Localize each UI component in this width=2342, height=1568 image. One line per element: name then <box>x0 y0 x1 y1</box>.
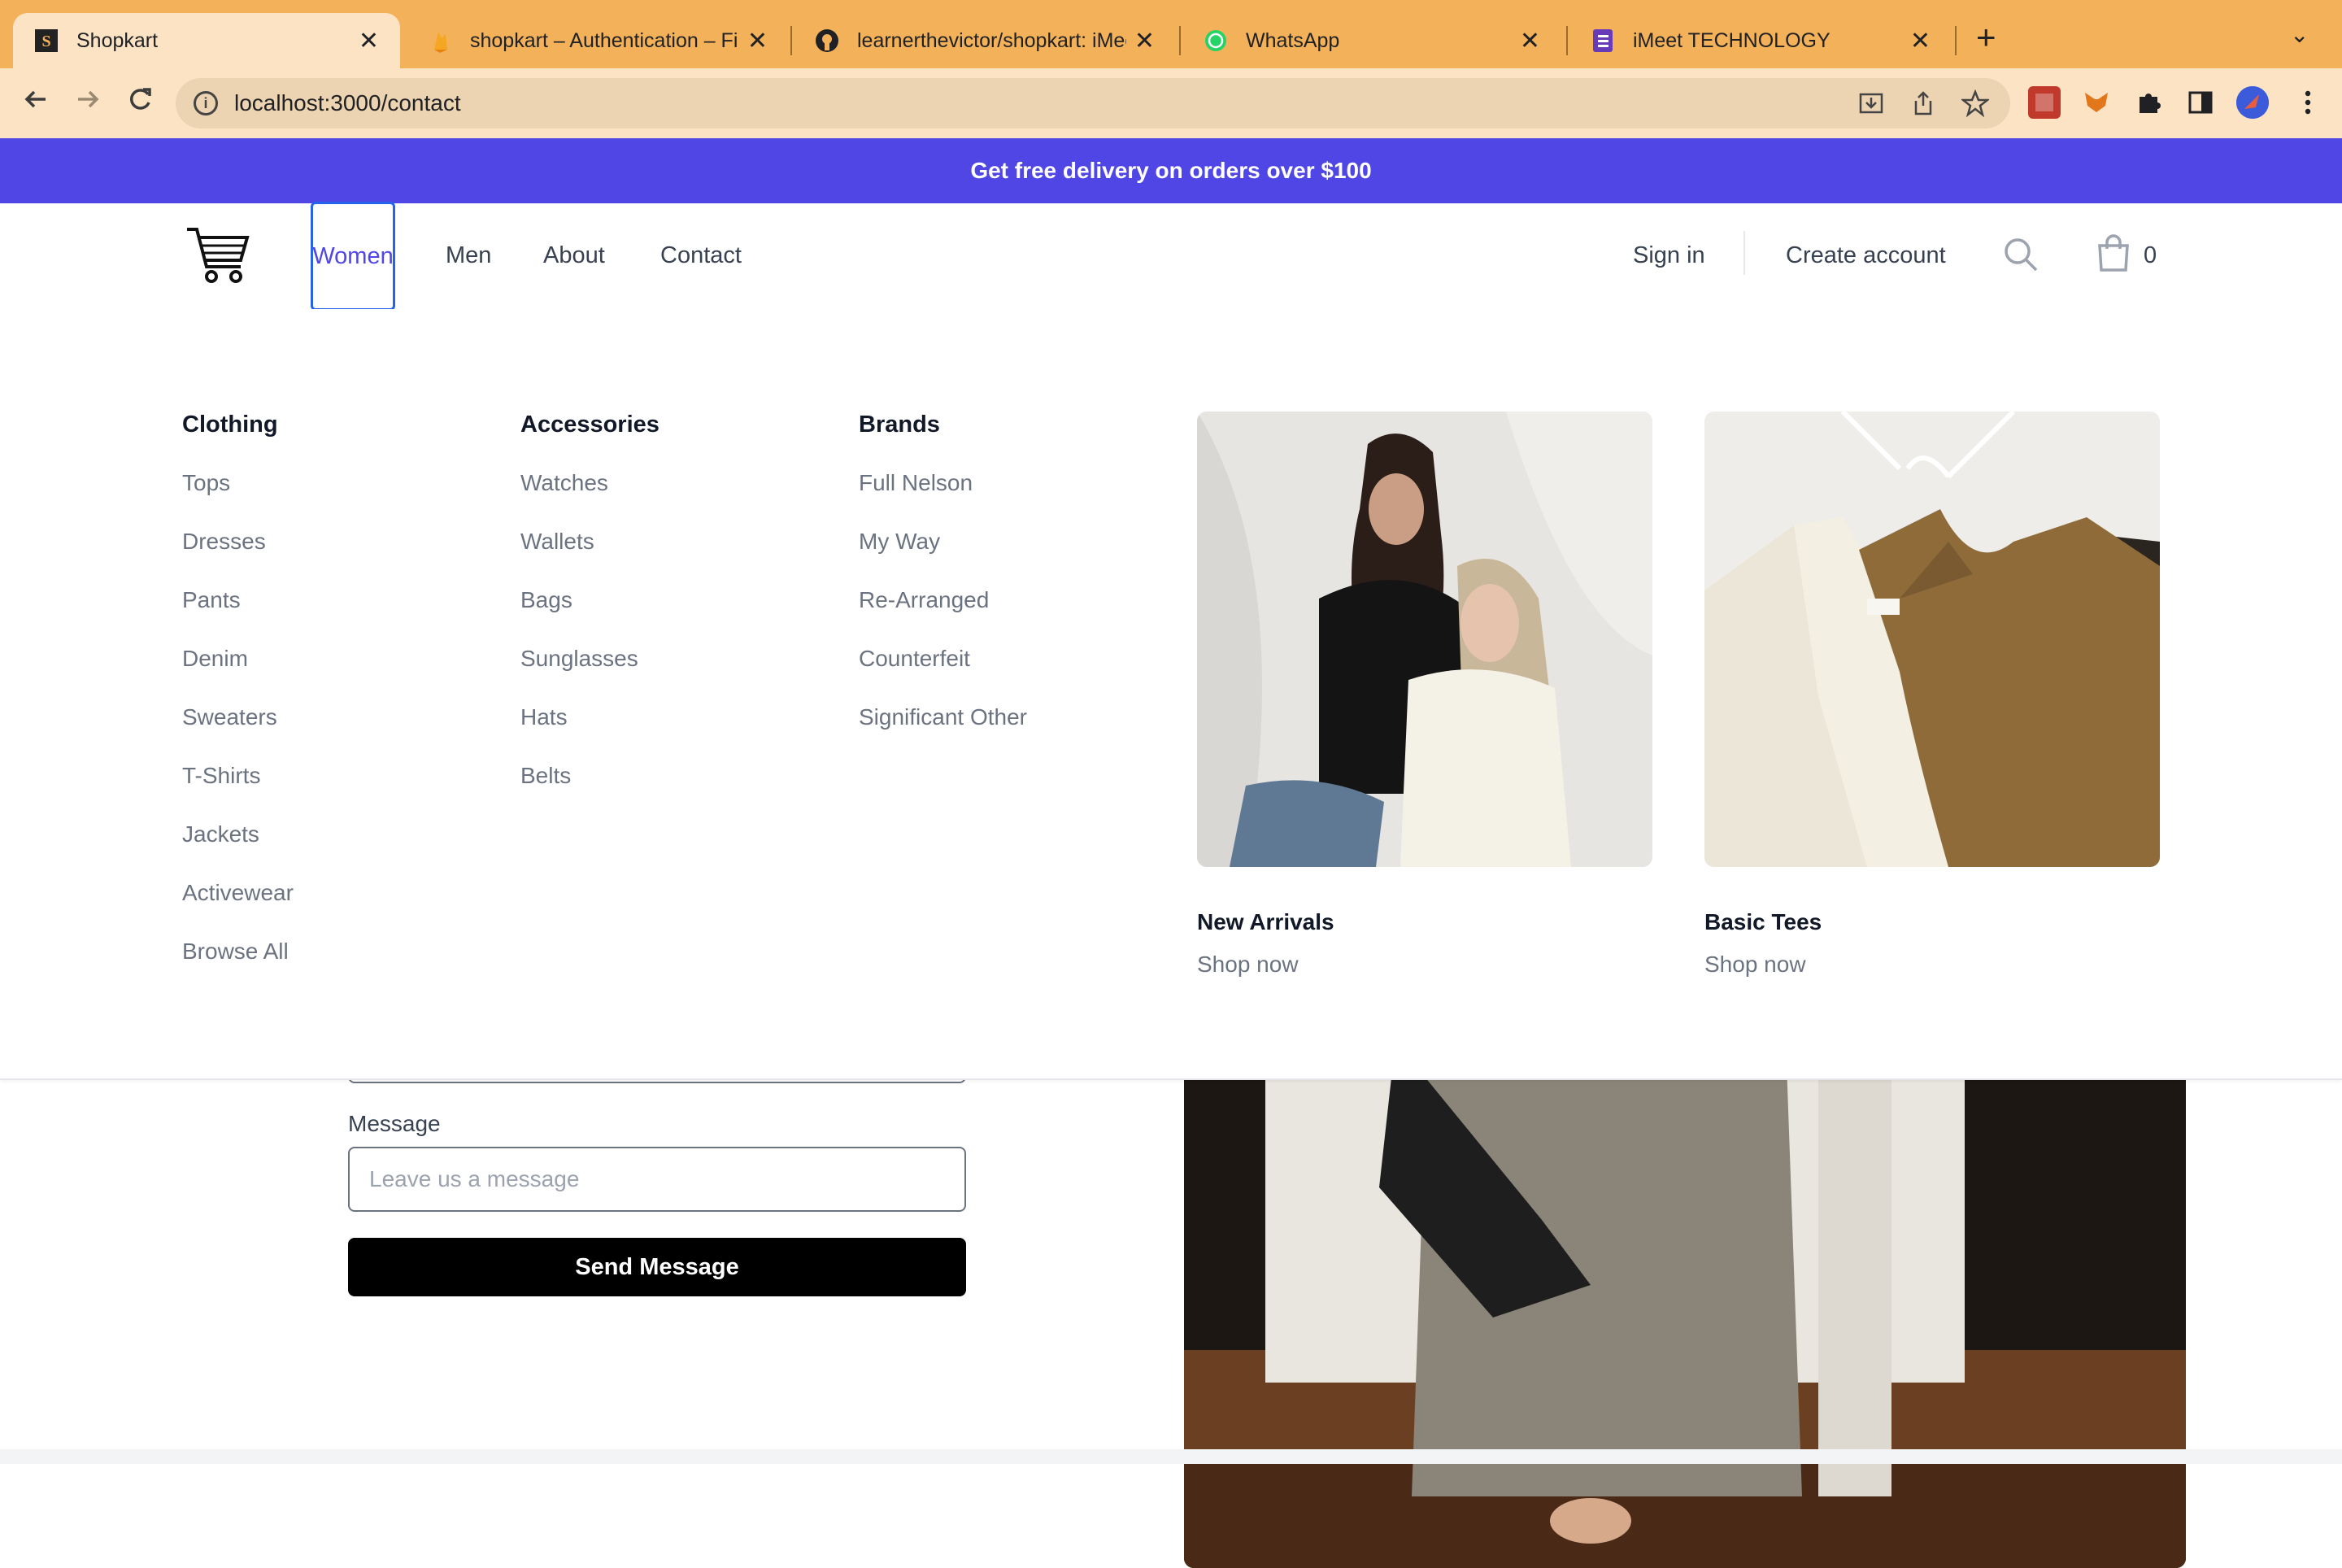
shop-now-link[interactable]: Shop now <box>1704 952 2160 978</box>
new-arrivals-image[interactable] <box>1197 412 1652 867</box>
tab-title: iMeet TECHNOLOGY <box>1633 28 1831 52</box>
send-message-button[interactable]: Send Message <box>348 1238 966 1296</box>
nav-women[interactable]: Women <box>311 202 395 311</box>
forms-favicon <box>1591 28 1615 53</box>
github-favicon <box>815 28 839 53</box>
forward-arrow-icon[interactable] <box>72 83 104 123</box>
close-icon[interactable]: ✕ <box>747 27 768 55</box>
whatsapp-favicon <box>1204 28 1228 53</box>
menu-heading-brands: Brands <box>859 412 940 438</box>
menu-item[interactable]: Hats <box>520 704 568 730</box>
tab-title: learnerthevictor/shopkart: iMee <box>857 28 1126 52</box>
side-panel-icon[interactable] <box>2184 86 2217 119</box>
url-text[interactable]: localhost:3000/contact <box>234 90 461 116</box>
header-divider <box>1743 231 1745 275</box>
basic-tees-title[interactable]: Basic Tees <box>1704 909 2160 935</box>
message-textarea[interactable]: Leave us a message <box>348 1147 966 1212</box>
nav-men[interactable]: Men <box>446 242 491 269</box>
site-info-icon[interactable]: i <box>194 91 218 115</box>
tab-separator <box>1566 26 1568 55</box>
close-icon[interactable]: ✕ <box>1910 27 1931 55</box>
featured-card-basic-tees[interactable]: Basic Tees Shop now <box>1704 412 2160 978</box>
cart-count: 0 <box>2144 242 2157 268</box>
tab-title: shopkart – Authentication – Fir <box>470 28 739 52</box>
nav-about[interactable]: About <box>543 242 605 269</box>
shopping-bag-icon[interactable] <box>2096 233 2131 277</box>
tab-imeet[interactable]: iMeet TECHNOLOGY ✕ <box>1569 13 1952 68</box>
menu-item[interactable]: Wallets <box>520 529 594 555</box>
women-mega-menu: Clothing Tops Dresses Pants Denim Sweate… <box>0 309 2342 1080</box>
basic-tees-image[interactable] <box>1704 412 2160 867</box>
firebase-favicon <box>428 28 452 53</box>
menu-item[interactable]: Tops <box>182 470 230 496</box>
metamask-fox-icon[interactable] <box>2080 86 2113 119</box>
shop-now-link[interactable]: Shop now <box>1197 952 1652 978</box>
browser-tab-bar: S Shopkart ✕ shopkart – Authentication –… <box>0 0 2342 68</box>
menu-item[interactable]: Belts <box>520 763 571 789</box>
close-icon[interactable]: ✕ <box>1134 27 1155 55</box>
tab-title: WhatsApp <box>1246 28 1340 52</box>
create-account-link[interactable]: Create account <box>1786 242 1946 269</box>
menu-item[interactable]: Counterfeit <box>859 646 970 672</box>
shopkart-favicon: S <box>34 28 59 53</box>
address-bar[interactable]: i localhost:3000/contact <box>176 78 2010 128</box>
footer-strip <box>0 1449 2342 1464</box>
menu-item[interactable]: Sweaters <box>182 704 277 730</box>
menu-item[interactable]: Dresses <box>182 529 266 555</box>
tab-separator <box>790 26 792 55</box>
menu-item[interactable]: Re-Arranged <box>859 587 989 613</box>
menu-item[interactable]: Full Nelson <box>859 470 973 496</box>
puzzle-extensions-icon[interactable] <box>2132 86 2165 119</box>
contact-photo <box>1184 1041 2186 1568</box>
profile-avatar[interactable] <box>2236 86 2269 119</box>
extension-icon[interactable] <box>2028 86 2061 119</box>
menu-item[interactable]: Activewear <box>182 880 294 906</box>
menu-heading-accessories: Accessories <box>520 412 660 438</box>
tab-separator <box>1179 26 1181 55</box>
bookmark-star-icon[interactable] <box>1960 89 1991 124</box>
tab-search-button[interactable]: ⌄ <box>2290 21 2309 48</box>
menu-item[interactable]: Browse All <box>182 939 289 965</box>
back-arrow-icon[interactable] <box>20 83 52 123</box>
share-icon[interactable] <box>1909 89 1937 124</box>
promo-banner: Get free delivery on orders over $100 <box>0 138 2342 203</box>
browser-menu-icon[interactable] <box>2292 86 2324 119</box>
new-tab-button[interactable]: + <box>1976 18 1996 57</box>
browser-toolbar: i localhost:3000/contact <box>0 68 2342 138</box>
tab-github[interactable]: learnerthevictor/shopkart: iMee ✕ <box>794 13 1176 68</box>
new-arrivals-title[interactable]: New Arrivals <box>1197 909 1652 935</box>
menu-item[interactable]: T-Shirts <box>182 763 260 789</box>
tab-shopkart[interactable]: S Shopkart ✕ <box>13 13 400 68</box>
menu-item[interactable]: Watches <box>520 470 608 496</box>
sign-in-link[interactable]: Sign in <box>1633 242 1705 269</box>
close-icon[interactable]: ✕ <box>1520 27 1540 55</box>
menu-item[interactable]: Sunglasses <box>520 646 638 672</box>
tab-title: Shopkart <box>76 28 159 52</box>
cart-logo-icon[interactable] <box>184 224 252 290</box>
close-icon[interactable]: ✕ <box>359 27 379 55</box>
nav-contact[interactable]: Contact <box>660 242 742 269</box>
menu-item[interactable]: My Way <box>859 529 940 555</box>
menu-item[interactable]: Jackets <box>182 821 259 847</box>
site-header: Women Men About Contact Sign in Create a… <box>0 202 2342 311</box>
menu-heading-clothing: Clothing <box>182 412 278 438</box>
install-icon[interactable] <box>1857 89 1885 124</box>
menu-item[interactable]: Bags <box>520 587 572 613</box>
message-label: Message <box>348 1111 441 1136</box>
tab-whatsapp[interactable]: WhatsApp ✕ <box>1182 13 1561 68</box>
tab-separator <box>1955 26 1957 55</box>
menu-item[interactable]: Significant Other <box>859 704 1027 730</box>
search-icon[interactable] <box>2002 236 2039 277</box>
reload-icon[interactable] <box>124 83 156 123</box>
menu-item[interactable]: Pants <box>182 587 241 613</box>
menu-item[interactable]: Denim <box>182 646 248 672</box>
svg-text:S: S <box>41 33 50 50</box>
featured-card-new-arrivals[interactable]: New Arrivals Shop now <box>1197 412 1652 978</box>
tab-firebase[interactable]: shopkart – Authentication – Fir ✕ <box>407 13 789 68</box>
